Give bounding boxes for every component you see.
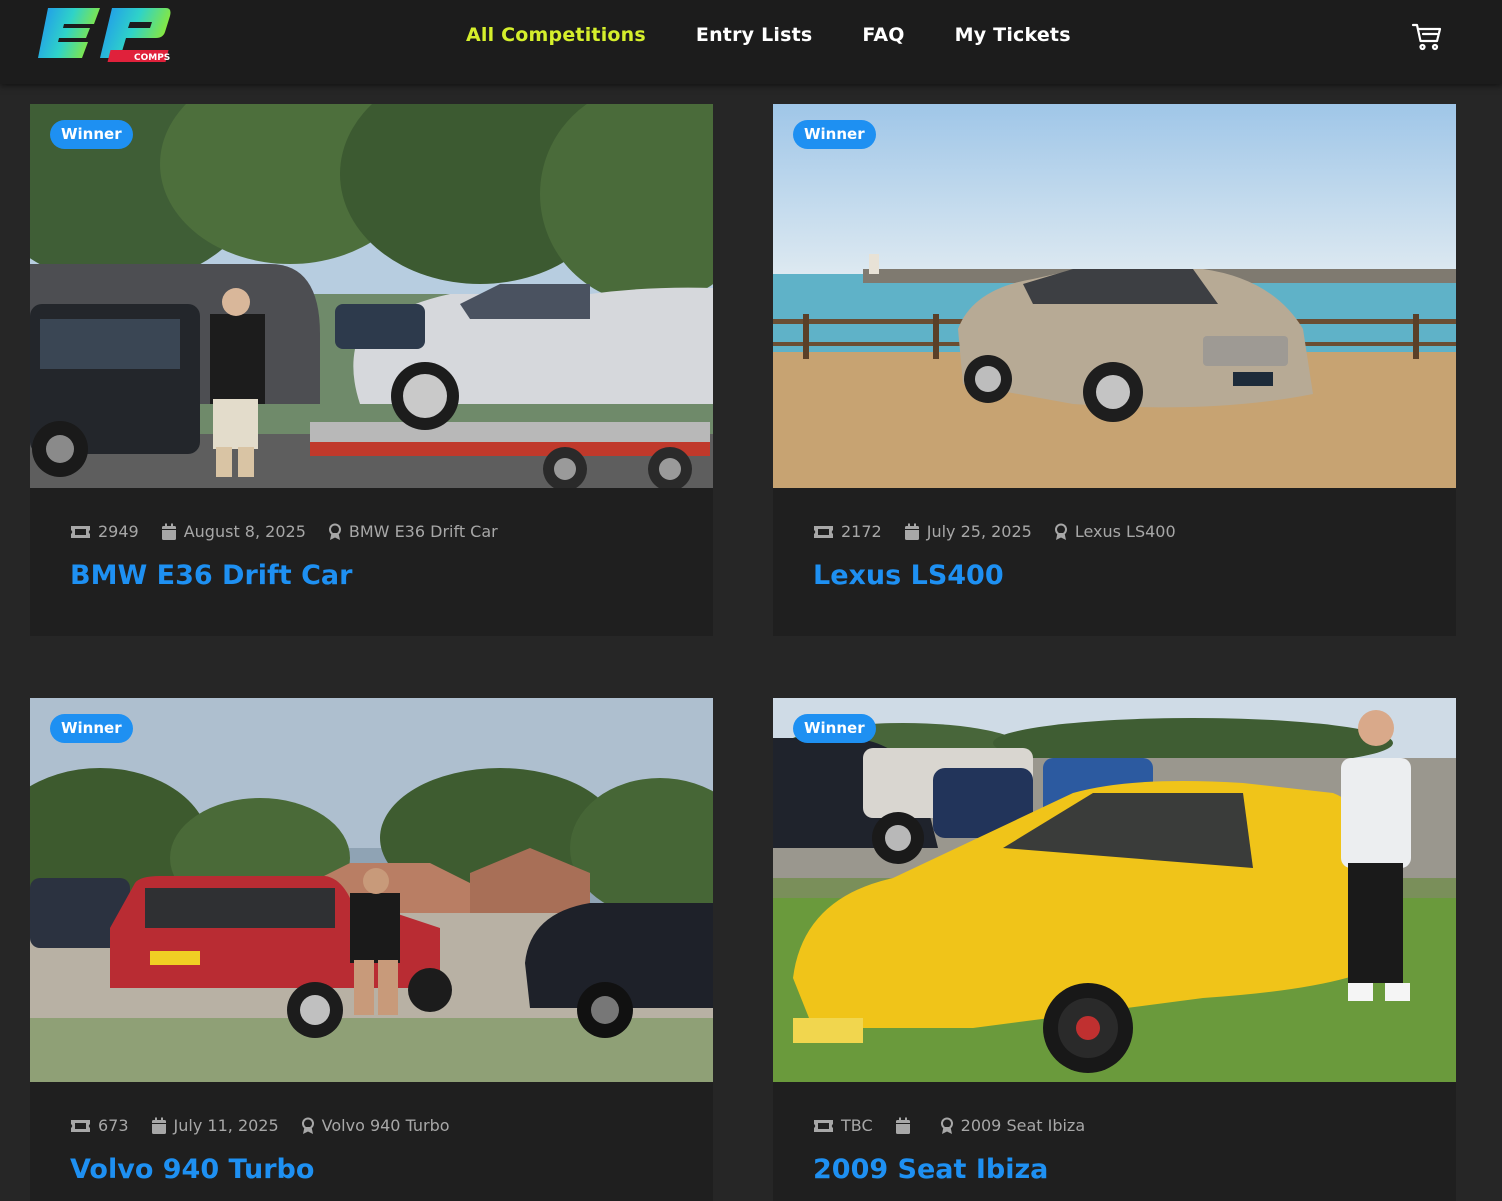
ticket-number-text: TBC bbox=[841, 1116, 873, 1135]
calendar-icon bbox=[895, 1117, 910, 1134]
draw-date: July 25, 2025 bbox=[904, 522, 1032, 541]
card-title[interactable]: Volvo 940 Turbo bbox=[70, 1154, 314, 1185]
card-photo-bmw[interactable]: Winner bbox=[30, 104, 713, 488]
prize-name-text: Volvo 940 Turbo bbox=[321, 1116, 450, 1135]
card-title[interactable]: BMW E36 Drift Car bbox=[70, 560, 352, 591]
calendar-icon bbox=[904, 523, 919, 540]
draw-date: July 11, 2025 bbox=[151, 1116, 279, 1135]
ticket-number: 2949 bbox=[70, 522, 139, 541]
draw-date-text: August 8, 2025 bbox=[183, 522, 306, 541]
card-title[interactable]: 2009 Seat Ibiza bbox=[813, 1154, 1048, 1185]
cart-icon[interactable] bbox=[1411, 20, 1443, 52]
prize-name: 2009 Seat Ibiza bbox=[940, 1116, 1086, 1135]
prize-name: Lexus LS400 bbox=[1054, 522, 1176, 541]
prize-name-text: Lexus LS400 bbox=[1074, 522, 1176, 541]
nav-all-competitions[interactable]: All Competitions bbox=[466, 20, 646, 50]
ticket-number: TBC bbox=[813, 1116, 873, 1135]
award-icon bbox=[301, 1117, 314, 1134]
winner-badge: Winner bbox=[793, 120, 876, 149]
prize-name: Volvo 940 Turbo bbox=[301, 1116, 450, 1135]
card-title[interactable]: Lexus LS400 bbox=[813, 560, 1004, 591]
nav-faq[interactable]: FAQ bbox=[862, 20, 904, 50]
card-photo-lexus[interactable]: Winner bbox=[773, 104, 1456, 488]
card-meta: 673 July 11, 2025 Volvo 940 Turbo bbox=[70, 1116, 472, 1135]
site-header: COMPS All Competitions Entry Lists FAQ M… bbox=[0, 0, 1502, 84]
winner-badge: Winner bbox=[50, 714, 133, 743]
site-logo[interactable]: COMPS bbox=[34, 4, 182, 66]
card-meta: 2949 August 8, 2025 BMW E36 Drift Car bbox=[70, 522, 520, 541]
prize-name: BMW E36 Drift Car bbox=[328, 522, 498, 541]
competition-card[interactable]: Winner 2172 July 25, 2025 Lexus LS400 Le… bbox=[773, 104, 1456, 636]
ticket-number-text: 2949 bbox=[98, 522, 139, 541]
card-photo-seat[interactable]: Winner bbox=[773, 698, 1456, 1082]
award-icon bbox=[940, 1117, 953, 1134]
winner-badge: Winner bbox=[793, 714, 876, 743]
card-photo-volvo[interactable]: Winner bbox=[30, 698, 713, 1082]
award-icon bbox=[1054, 523, 1067, 540]
ticket-icon bbox=[71, 525, 90, 538]
main-nav: All Competitions Entry Lists FAQ My Tick… bbox=[466, 20, 1071, 50]
competition-card[interactable]: Winner 2949 August 8, 2025 BMW E36 Drift… bbox=[30, 104, 713, 636]
prize-name-text: 2009 Seat Ibiza bbox=[960, 1116, 1086, 1135]
card-meta: 2172 July 25, 2025 Lexus LS400 bbox=[813, 522, 1198, 541]
calendar-icon bbox=[151, 1117, 166, 1134]
ticket-number: 673 bbox=[70, 1116, 129, 1135]
ticket-number-text: 2172 bbox=[841, 522, 882, 541]
ticket-number-text: 673 bbox=[98, 1116, 129, 1135]
draw-date-text: July 11, 2025 bbox=[173, 1116, 279, 1135]
award-icon bbox=[328, 523, 341, 540]
ticket-icon bbox=[814, 525, 833, 538]
logo-sub-text: COMPS bbox=[134, 53, 170, 63]
draw-date bbox=[895, 1117, 918, 1135]
card-meta: TBC 2009 Seat Ibiza bbox=[813, 1116, 1107, 1135]
competition-card[interactable]: Winner 673 July 11, 2025 Volvo 940 Turbo… bbox=[30, 698, 713, 1201]
draw-date-text: July 25, 2025 bbox=[926, 522, 1032, 541]
draw-date: August 8, 2025 bbox=[161, 522, 306, 541]
prize-name-text: BMW E36 Drift Car bbox=[348, 522, 498, 541]
ticket-icon bbox=[71, 1119, 90, 1132]
calendar-icon bbox=[161, 523, 176, 540]
winner-badge: Winner bbox=[50, 120, 133, 149]
ticket-icon bbox=[814, 1119, 833, 1132]
nav-entry-lists[interactable]: Entry Lists bbox=[696, 20, 812, 50]
competition-card[interactable]: Winner TBC 2009 Seat Ibiza 2009 Seat Ibi… bbox=[773, 698, 1456, 1201]
ticket-number: 2172 bbox=[813, 522, 882, 541]
nav-my-tickets[interactable]: My Tickets bbox=[955, 20, 1071, 50]
